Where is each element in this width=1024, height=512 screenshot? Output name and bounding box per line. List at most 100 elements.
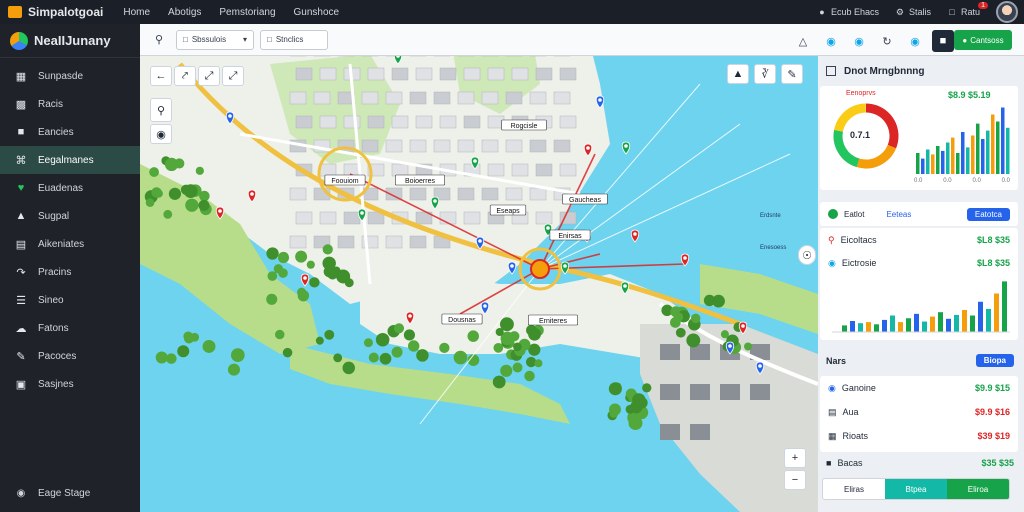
map-layers-button[interactable]: ▲ [727,64,749,84]
building-block [487,163,505,177]
map-label-text: Dousnas [448,317,476,324]
building-block [559,163,577,177]
sidebar-item-4-active[interactable]: ⌘ Eegalmanes [0,146,140,174]
summary-bar [981,139,985,174]
map-ruler-button[interactable]: ∛ [754,64,776,84]
sidebar-item-1[interactable]: ▦ Sunpasde [0,62,140,90]
map-view[interactable]: Foouiom Boioerres Rogcisle Eseaps Gaucheas En… [140,24,818,512]
refresh-icon[interactable]: ↻ [876,30,898,52]
map-expand-button[interactable]: ⤢ [198,66,220,86]
globe-icon: ◉ [16,487,26,499]
search-icon[interactable]: ⚲ [148,29,170,51]
sidebar-item-5[interactable]: ♥ Euadenas [0,174,140,202]
map-measure-button[interactable]: ⤤ [174,66,196,86]
sidebar-item-label: Eancies [38,126,74,138]
tree [155,351,168,364]
sidebar-item-3[interactable]: ■ Eancies [0,118,140,146]
gear-icon: ⚙ [895,7,904,17]
map-pin-tool-button[interactable]: ⚲ [150,98,172,122]
top-notifications[interactable]: □ Ratu 1 [947,2,988,17]
footer-button-left[interactable]: Eliras [823,479,885,499]
building-block [535,67,553,81]
top-nav-item-4[interactable]: Gunshoce [294,7,340,18]
map-draw-button[interactable]: ✎ [781,64,803,84]
sidebar-item-10[interactable]: ☁ Fatons [0,314,140,342]
lock-icon[interactable]: ◉ [820,30,842,52]
map-label-text: Erniteres [539,318,568,325]
map-canvas[interactable]: Foouiom Boioerres Rogcisle Eseaps Gaucheas En… [140,24,818,512]
settings-icon[interactable]: ◉ [904,30,926,52]
building-block [409,139,427,153]
sidebar-item-8[interactable]: ↷ Pracins [0,258,140,286]
metric-bar [994,293,999,332]
tab-3-button[interactable]: Eatotca [966,207,1010,221]
building-block [559,67,577,81]
metric-bar [890,315,895,332]
top-user-label: Ecub Ehacs [830,7,879,17]
zoom-out-button[interactable]: − [784,470,806,490]
tree [453,350,468,365]
metric-row[interactable]: ◉ Eictrosie $L8 $35 [820,252,1018,274]
x-tick: 0.0 [914,178,923,184]
footer-button-middle[interactable]: Btpea [885,479,947,499]
avatar[interactable] [996,1,1018,23]
building-block [463,115,481,129]
zoom-in-button[interactable]: + [784,448,806,468]
summary-bar [921,158,925,174]
footer-value: $35 $35 [981,458,1014,468]
building-block [559,115,577,129]
metric-value: $L8 $35 [976,235,1010,245]
list-card: ◉ Ganoine $9.9 $15 ▤ Aua $9.9 $16 ▦ Rioa… [820,376,1018,452]
sidebar-item-6[interactable]: ▲ Sugpal [0,202,140,230]
summary-bar [991,114,995,174]
metric-bar [922,321,927,332]
shield-icon[interactable]: ◉ [848,30,870,52]
list-item[interactable]: ▦ Rioats $39 $19 [820,424,1018,448]
metric-row[interactable]: ⚲ Eicoltacs $L8 $35 [820,228,1018,252]
gauge-label: Eenoprvs [846,90,876,97]
map-compass-button[interactable]: ☉ [798,245,816,265]
sidebar-item-9[interactable]: ☰ Sineo [0,286,140,314]
top-settings-menu[interactable]: ⚙ Stalis [895,7,931,17]
sidebar-brand[interactable]: NeaIIJunany [0,24,140,58]
list-item[interactable]: ◉ Ganoine $9.9 $15 [820,376,1018,400]
map-locate-button[interactable]: ◉ [150,124,172,144]
map-back-button[interactable]: ← [150,66,172,86]
tree [151,187,162,198]
tab-2[interactable]: Eeteas [886,210,966,219]
top-nav-item-3[interactable]: Pemstoriang [219,7,275,18]
list-header-label: Nars [826,355,847,366]
top-nav-home[interactable]: Home [123,7,150,18]
view-dropdown[interactable]: □ Stnclics [260,29,328,50]
dark-mode-toggle-icon[interactable]: ■ [932,30,954,52]
building-block [505,139,523,153]
building-block [439,67,457,81]
sidebar-item-11[interactable]: ✎ Pacoces [0,342,140,370]
map-select-button[interactable]: ⤢ [222,66,244,86]
sidebar-footer[interactable]: ◉ Eage Stage [0,482,140,504]
tab-1[interactable]: Eatlot [844,210,864,219]
tab-status-icon [828,209,838,219]
metric-bar [906,318,911,332]
panel-toggle-icon[interactable] [826,66,836,76]
summary-bar [996,121,1000,174]
summary-bar [971,135,975,174]
sidebar-item-7[interactable]: ▤ Aikeniates [0,230,140,258]
tree [513,342,522,352]
filter-dropdown[interactable]: □ Sbssulois ▾ [176,29,254,50]
primary-action-button[interactable]: ● Cantsoss [954,30,1012,50]
building-block [660,424,680,440]
list-item[interactable]: ▤ Aua $9.9 $16 [820,400,1018,424]
tree [273,264,284,274]
tree [416,349,429,362]
metric-label: Eictrosie [841,258,877,268]
footer-button-right[interactable]: Eliroa [947,479,1009,499]
sidebar-item-2[interactable]: ▩ Racis [0,90,140,118]
list-header-button[interactable]: Biopa [975,354,1014,367]
top-user-menu[interactable]: ● Ecub Ehacs [817,7,879,17]
share-icon[interactable]: △ [792,30,814,52]
list-item-value: $9.9 $15 [974,383,1010,393]
sidebar-item-12[interactable]: ▣ Sasjnes [0,370,140,398]
tree [163,209,173,219]
top-nav-item-2[interactable]: Abotigs [168,7,201,18]
